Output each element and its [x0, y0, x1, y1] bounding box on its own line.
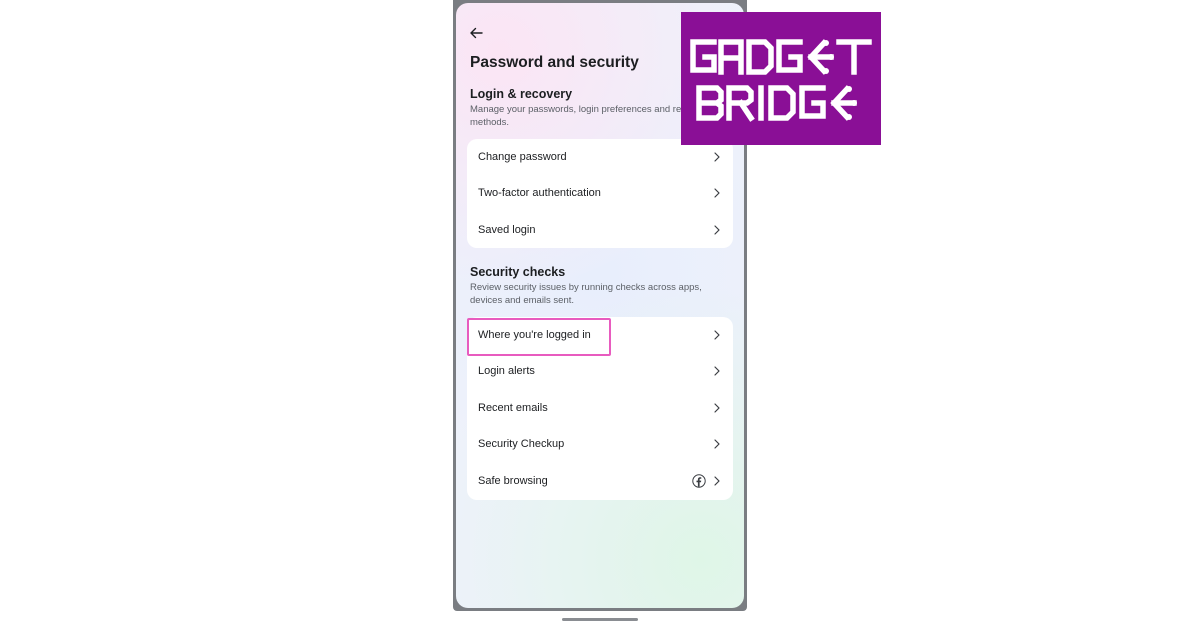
two-factor-authentication-label: Two-factor authentication	[478, 187, 601, 200]
chevron-right-icon	[714, 439, 720, 449]
where-logged-in-label: Where you're logged in	[478, 329, 591, 342]
page-title: Password and security	[470, 54, 639, 71]
security-checkup-label: Security Checkup	[478, 438, 565, 451]
facebook-icon	[692, 474, 706, 488]
where-logged-in-item[interactable]: Where you're logged in	[467, 317, 733, 353]
home-indicator	[562, 618, 638, 621]
recent-emails-label: Recent emails	[478, 401, 548, 414]
change-password-label: Change password	[478, 151, 567, 164]
login-alerts-item[interactable]: Login alerts	[467, 353, 733, 389]
chevron-right-icon	[714, 152, 720, 162]
recent-emails-item[interactable]: Recent emails	[467, 390, 733, 426]
arrow-left-icon[interactable]	[468, 25, 484, 41]
chevron-right-icon	[714, 330, 720, 340]
gadget-bridge-logo	[681, 12, 881, 145]
login-alerts-label: Login alerts	[478, 365, 535, 378]
safe-browsing-item[interactable]: Safe browsing	[467, 462, 733, 500]
security-checks-title: Security checks	[470, 265, 566, 279]
chevron-right-icon	[714, 225, 720, 235]
security-checks-card: Where you're logged in Login alerts Rece…	[467, 317, 733, 501]
chevron-right-icon	[714, 366, 720, 377]
two-factor-authentication-item[interactable]: Two-factor authentication	[467, 175, 733, 211]
security-checkup-item[interactable]: Security Checkup	[467, 426, 733, 462]
chevron-right-icon	[714, 476, 720, 486]
chevron-right-icon	[714, 403, 720, 413]
login-recovery-card: Change password Two-factor authenticatio…	[467, 139, 733, 248]
login-recovery-title: Login & recovery	[470, 87, 573, 101]
safe-browsing-label: Safe browsing	[478, 475, 548, 488]
security-checks-description: Review security issues by running checks…	[470, 282, 702, 306]
page: Password and security Login & recovery M…	[0, 0, 1200, 628]
chevron-right-icon	[714, 188, 720, 199]
saved-login-label: Saved login	[478, 223, 536, 236]
saved-login-item[interactable]: Saved login	[467, 212, 733, 248]
